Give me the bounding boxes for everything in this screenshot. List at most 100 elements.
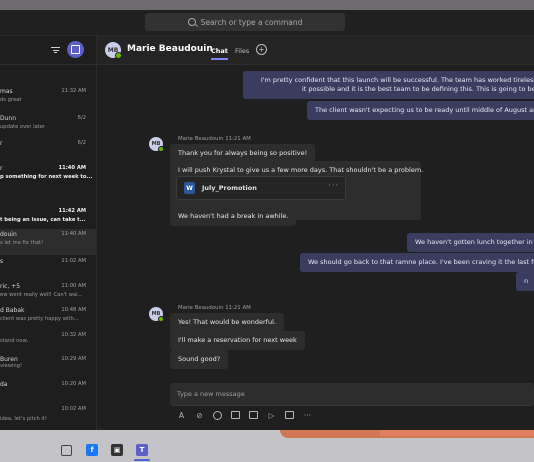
chat-preview: client was pretty happy with... [0, 316, 79, 322]
compose-icon [71, 45, 80, 54]
message-compose-box[interactable]: Type a new message [170, 383, 534, 406]
title-bar: Search or type a command [0, 10, 534, 36]
my-message: n [516, 272, 534, 291]
gif-icon[interactable] [231, 411, 240, 420]
chat-name: r [0, 140, 3, 147]
chat-preview: idea, let's pitch it! [0, 416, 47, 422]
chat-time: 11:32 AM [61, 88, 86, 94]
chat-name: d Babak [0, 307, 25, 314]
chat-time: 10:48 AM [61, 307, 86, 313]
list-item[interactable]: Dunn update over later 6/2 [0, 113, 96, 139]
chat-preview: update over later [0, 124, 46, 130]
chat-name: Dunn [0, 115, 17, 122]
chat-preview: t being an issue, can take t... [0, 217, 86, 223]
chat-preview: stand now. [0, 338, 29, 344]
message-text: The client wasn't expecting us to be rea… [315, 106, 534, 114]
wallpaper-strip [380, 430, 534, 436]
task-view-icon[interactable] [61, 445, 72, 456]
avatar[interactable]: MB [149, 307, 164, 322]
list-item[interactable]: r 6/2 [0, 138, 96, 164]
list-item[interactable]: da 10:20 AM [0, 379, 96, 405]
more-options-icon[interactable]: ··· [328, 181, 339, 190]
chat-time: 11:00 AM [61, 283, 86, 289]
search-placeholder: Search or type a command [200, 17, 303, 27]
message-text: We haven't had a break in awhile. [178, 212, 289, 220]
presence-available-icon [158, 146, 164, 152]
chat-time: 10:20 AM [61, 381, 86, 387]
avatar[interactable]: MB [105, 42, 122, 59]
my-message: We haven't gotten lunch together in a [407, 233, 534, 252]
chat-preview: p something for next week to... [0, 174, 93, 180]
filter-icon[interactable] [51, 47, 60, 53]
message-text: Yes! That would be wonderful. [178, 318, 276, 326]
chat-name: da [0, 381, 8, 388]
add-tab-icon[interactable]: + [256, 44, 267, 55]
list-item[interactable]: s 11:02 AM [0, 256, 96, 282]
search-icon [187, 18, 196, 26]
chat-preview: ew went really well! Can't wai... [0, 292, 83, 298]
file-attachment[interactable]: W July_Promotion ··· [176, 176, 346, 200]
message-text: I'm pretty confident that this launch wi… [260, 76, 534, 84]
chat-time: 11:40 AM [61, 231, 86, 237]
chat-time: 6/2 [77, 115, 86, 121]
their-message: We haven't had a break in awhile. [170, 207, 297, 226]
list-item[interactable]: d Babak client was pretty happy with... … [0, 305, 96, 331]
message-text: I'll make a reservation for next week [178, 336, 297, 344]
message-text: Thank you for always being so positive! [178, 149, 308, 157]
compose-placeholder: Type a new message [177, 390, 245, 398]
avatar[interactable]: MB [149, 137, 164, 152]
list-item[interactable]: stand now. 10:32 AM [0, 330, 96, 356]
tab-chat[interactable]: Chat [211, 47, 228, 60]
message-text: Sound good? [178, 355, 221, 363]
chat-name: r [0, 165, 3, 172]
list-item[interactable]: ric, +5 ew went really well! Can't wai..… [0, 281, 96, 307]
meet-now-icon[interactable]: ▷ [267, 411, 276, 420]
chat-time: 11:42 AM [58, 208, 87, 214]
taskbar: f ▣ T [0, 430, 534, 462]
chat-name: douin [0, 231, 17, 238]
my-message: The client wasn't expecting us to be rea… [307, 101, 534, 120]
store-icon[interactable]: ▣ [111, 444, 123, 456]
chat-time: 10:32 AM [61, 332, 86, 338]
chat-title: Marie Beaudouin [127, 44, 213, 54]
format-icon[interactable]: A [177, 411, 186, 420]
teams-icon[interactable]: T [136, 444, 148, 456]
list-item[interactable]: mas ds great 11:32 AM [0, 86, 96, 112]
chat-header: MB Marie Beaudouin Chat Files + [97, 36, 534, 65]
facebook-icon[interactable]: f [86, 444, 98, 456]
message-meta: Marie Beaudouin 11:21 AM [178, 136, 251, 142]
chat-time: 10:29 AM [61, 356, 86, 362]
presence-available-icon [115, 52, 122, 59]
list-item[interactable]: r p something for next week to... 11:40 … [0, 163, 96, 189]
chat-preview: s let me fix that! [0, 240, 44, 246]
sticker-icon[interactable] [249, 411, 258, 420]
chat-time: 10:02 AM [61, 406, 86, 412]
new-chat-button[interactable] [67, 41, 84, 58]
message-meta: Marie Beaudouin 11:21 AM [178, 305, 251, 311]
desktop-top-strip [0, 0, 534, 10]
chat-name: ric, +5 [0, 283, 21, 290]
chat-list-sidebar: mas ds great 11:32 AM Dunn update over l… [0, 36, 97, 430]
more-options-icon[interactable]: ··· [303, 411, 312, 420]
chat-preview: viewing! [0, 363, 23, 369]
chat-preview: ds great [0, 97, 22, 103]
emoji-icon[interactable] [213, 410, 222, 420]
list-item[interactable]: Buren viewing! 10:29 AM [0, 354, 96, 380]
their-message: Yes! That would be wonderful. [170, 313, 284, 332]
presence-available-icon [158, 316, 164, 322]
chat-time: 11:40 AM [58, 165, 87, 171]
chat-name: s [0, 258, 4, 265]
attachment-name: July_Promotion [202, 184, 257, 192]
list-item-active[interactable]: douin s let me fix that! 11:40 AM [0, 229, 96, 255]
message-text: We haven't gotten lunch together in a [415, 238, 534, 246]
schedule-icon[interactable] [285, 411, 294, 420]
tab-files[interactable]: Files [235, 47, 249, 55]
list-item[interactable]: idea, let's pitch it! 10:02 AM [0, 404, 96, 430]
word-file-icon: W [184, 182, 195, 194]
search-box[interactable]: Search or type a command [145, 13, 345, 31]
message-text: I will push Krystal to give us a few mor… [178, 166, 424, 174]
chat-name: Buren [0, 356, 18, 363]
chat-time: 11:02 AM [61, 258, 86, 264]
attach-icon[interactable]: ⊘ [195, 411, 204, 420]
my-message: We should go back to that ramne place. I… [300, 253, 534, 272]
